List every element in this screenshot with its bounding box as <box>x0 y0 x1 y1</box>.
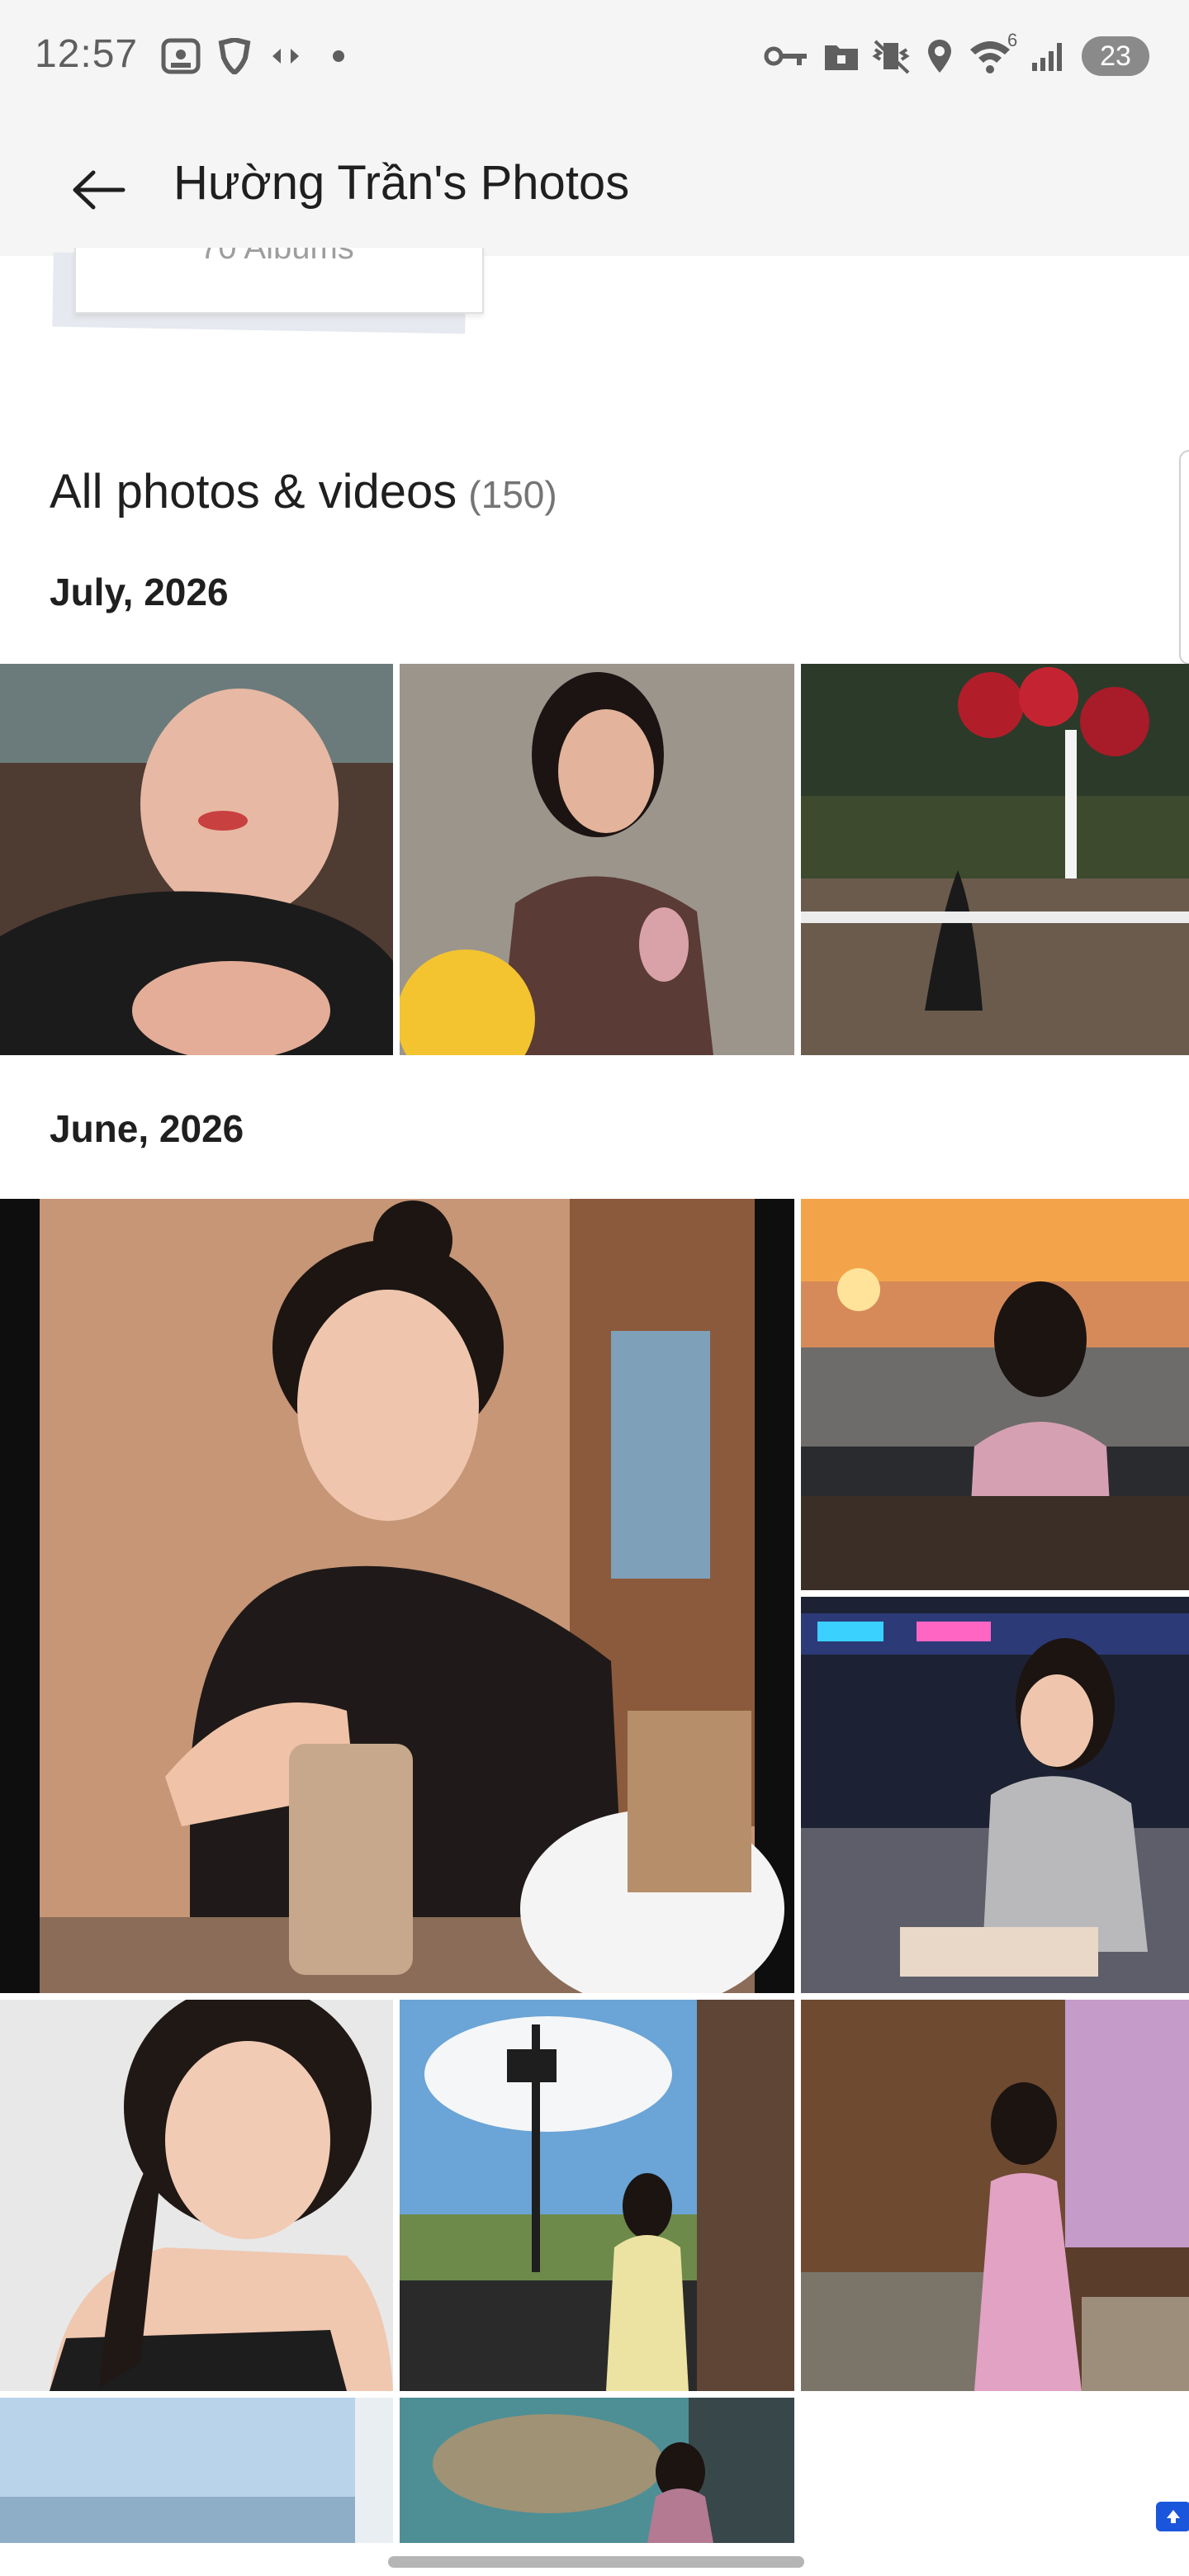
folder-lock-icon <box>822 36 860 76</box>
shield-icon <box>215 36 254 76</box>
scrollbar[interactable] <box>1179 450 1189 665</box>
upload-icon[interactable] <box>1156 2502 1189 2531</box>
status-time: 12:57 <box>35 32 139 76</box>
wifi-icon: 6 <box>968 30 1022 76</box>
vibrate-icon <box>872 36 912 76</box>
screenshot-icon <box>159 36 203 76</box>
photo-tile[interactable] <box>0 2398 393 2543</box>
photo-tile[interactable] <box>0 1199 794 1993</box>
arrow-back-icon <box>73 170 126 210</box>
home-indicator[interactable] <box>388 2556 804 2568</box>
section-title-text: All photos & videos <box>50 465 457 519</box>
photo-tile[interactable] <box>801 664 1189 1055</box>
page-title: Hường Trần's Photos <box>173 156 630 210</box>
battery-indicator: 23 <box>1082 36 1149 76</box>
dot-icon <box>327 36 350 76</box>
photo-tile[interactable] <box>400 2398 794 2543</box>
photo-tile[interactable] <box>801 1199 1189 1590</box>
albums-card[interactable]: 70 Albums <box>74 248 484 314</box>
vpn-key-icon <box>763 36 809 76</box>
photo-tile[interactable] <box>400 664 794 1055</box>
wifi-badge: 6 <box>1007 30 1018 50</box>
section-count: (150) <box>468 473 557 516</box>
photo-tile[interactable] <box>801 1597 1189 1993</box>
section-title: All photos & videos (150) <box>50 464 557 519</box>
month-label-june: June, 2026 <box>50 1107 244 1150</box>
data-transfer-icon <box>266 36 306 76</box>
back-button[interactable] <box>58 149 140 231</box>
photo-tile[interactable] <box>801 2000 1189 2391</box>
photo-tile[interactable] <box>0 664 393 1055</box>
photo-tile[interactable] <box>0 2000 393 2391</box>
status-bar: 12:57 6 23 <box>0 0 1189 116</box>
signal-icon <box>1030 36 1067 76</box>
photo-tile[interactable] <box>400 2000 794 2391</box>
location-icon <box>923 36 956 76</box>
month-label-july: July, 2026 <box>50 571 229 613</box>
app-bar: Hường Trần's Photos <box>0 116 1189 256</box>
albums-count: 70 Albums <box>200 248 354 266</box>
